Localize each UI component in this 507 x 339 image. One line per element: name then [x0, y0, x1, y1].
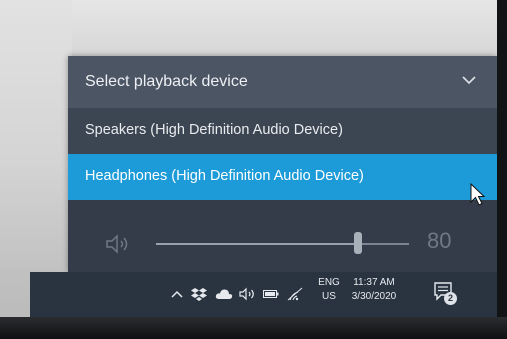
device-item-headphones[interactable]: Headphones (High Definition Audio Device… [68, 154, 497, 200]
mouse-pointer-icon [470, 183, 486, 206]
onedrive-cloud-icon[interactable] [214, 285, 234, 303]
volume-control-row: 80 [68, 200, 497, 272]
volume-slider-thumb[interactable] [354, 232, 362, 254]
speaker-volume-icon[interactable] [104, 233, 134, 255]
playback-device-flyout: Select playback device Speakers (High De… [68, 56, 497, 272]
monitor-bezel [497, 0, 507, 339]
screen-photo: Select playback device Speakers (High De… [0, 0, 507, 339]
volume-value: 80 [427, 228, 452, 253]
desktop-background-top [72, 0, 507, 56]
region-code: US [322, 291, 336, 302]
flyout-title: Select playback device [85, 73, 248, 90]
dropbox-icon[interactable] [190, 285, 208, 303]
battery-icon[interactable] [262, 285, 280, 303]
chevron-down-icon[interactable] [459, 70, 479, 90]
wifi-icon[interactable] [286, 285, 304, 303]
notification-count-badge: 2 [444, 292, 457, 305]
monitor-bezel-bottom [0, 317, 507, 339]
taskbar-clock[interactable]: 11:37 AM 3/30/2020 [344, 276, 404, 304]
device-item-label: Speakers (High Definition Audio Device) [85, 122, 343, 138]
desktop-background [0, 0, 72, 270]
clock-date: 3/30/2020 [351, 291, 397, 302]
language-code: ENG [318, 277, 340, 288]
chevron-up-icon[interactable] [170, 285, 184, 303]
taskbar: ENG US 11:37 AM 3/30/2020 2 [30, 272, 497, 317]
volume-slider[interactable] [156, 232, 409, 254]
volume-icon[interactable] [238, 285, 258, 303]
device-item-speakers[interactable]: Speakers (High Definition Audio Device) [68, 108, 497, 154]
clock-time: 11:37 AM [353, 277, 395, 288]
device-item-label: Headphones (High Definition Audio Device… [85, 168, 364, 184]
flyout-header[interactable]: Select playback device [68, 56, 497, 108]
action-center-button[interactable]: 2 [432, 280, 458, 306]
volume-slider-fill [156, 243, 358, 245]
input-language-indicator[interactable]: ENG US [318, 276, 340, 304]
